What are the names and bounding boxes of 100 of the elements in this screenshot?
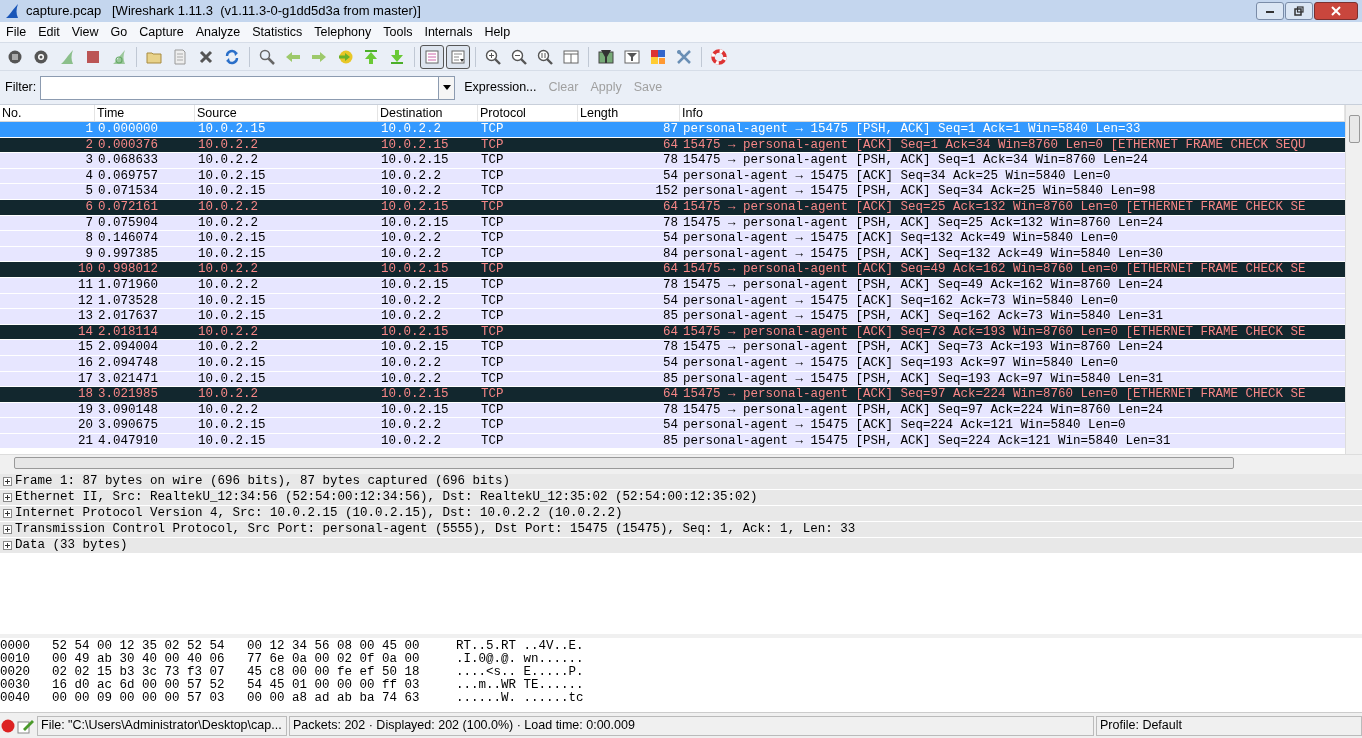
table-cell-text: 64 [662, 199, 679, 215]
menu-item[interactable]: Analyze [189, 22, 247, 42]
tree-item[interactable]: Data (33 bytes) [15, 536, 128, 555]
expand-icon[interactable] [3, 477, 12, 486]
fin-icon [111, 48, 127, 65]
scroll-thumb[interactable] [14, 456, 1234, 469]
table-cell-text: 3.090675 [97, 418, 159, 433]
packet-row[interactable]: 8 0.146074 10.0.2.15 10.0.2.2 TCP 54 personal-agent → 15475 [ACK] Seq=132 Ack=49 Win=5840 Len=0 [0, 231, 1345, 247]
table-cell-text: 15475 → personal-agent [PSH, ACK] Seq=1 Ack=34 Win=8760 Len=24 [682, 153, 1150, 168]
table-cell-text: 10.0.2.15 [197, 418, 267, 433]
minimize-button[interactable] [1256, 2, 1284, 20]
packet-row[interactable]: 3 0.068633 10.0.2.2 10.0.2.15 TCP 78 15475 → personal-agent [PSH, ACK] Seq=1 Ack=34 Win=8760 Len=24 [0, 153, 1345, 169]
packet-row[interactable]: 5 0.071534 10.0.2.15 10.0.2.2 TCP 152 personal-agent → 15475 [PSH, ACK] Seq=34 Ack=25 Win=5840 Len=98 [0, 184, 1345, 200]
table-cell-text: 10.0.2.15 [197, 293, 267, 309]
table-cell-text: TCP [480, 122, 505, 137]
table-cell-text: 10.0.2.2 [197, 215, 259, 231]
stop-icon[interactable] [1, 718, 15, 733]
table-cell-text: 10.0.2.15 [197, 168, 267, 184]
table-cell-text: 0.075904 [97, 215, 159, 231]
column-header[interactable]: Source [195, 103, 239, 123]
expand-icon[interactable] [3, 493, 12, 502]
table-cell-text: personal-agent → 15475 [ACK] Seq=193 Ack=97 Win=5840 Len=0 [682, 355, 1120, 371]
table-cell-text: 10.0.2.15 [197, 246, 267, 262]
column-header[interactable]: Protocol [478, 103, 528, 123]
table-cell-text: 10.0.2.2 [197, 262, 259, 277]
expand-icon[interactable] [3, 525, 12, 534]
table-cell-text: 10.0.2.15 [380, 340, 450, 355]
file-status: File: "C:\Users\Administrator\Desktop\cap... [37, 715, 287, 736]
packet-row[interactable]: 18 3.021985 10.0.2.2 10.0.2.15 TCP 64 15475 → personal-agent [ACK] Seq=97 Ack=224 Win=8760 Len=0 [ETHERNET FRAME CHECK SE [0, 387, 1345, 403]
table-cell-text: 4 [84, 168, 94, 184]
list-scroll-button[interactable] [446, 44, 470, 69]
packet-row[interactable]: 20 3.090675 10.0.2.15 10.0.2.2 TCP 54 personal-agent → 15475 [ACK] Seq=224 Ack=121 Win=5840 Len=0 [0, 418, 1345, 434]
ascii-text: ...m..WR TE...... [456, 679, 584, 692]
column-header[interactable]: No. [0, 103, 24, 123]
table-cell-text: 0.072161 [97, 199, 159, 215]
filter-icon [624, 48, 640, 65]
coloring-icon [650, 48, 666, 65]
close-button[interactable] [1314, 2, 1358, 20]
menu-item[interactable]: Help [478, 22, 517, 42]
table-cell-text: 13 [77, 309, 94, 324]
arrow-right-icon [337, 48, 353, 65]
table-cell-text: 9 [84, 246, 94, 262]
table-cell-text: 0.069757 [97, 168, 159, 184]
table-cell-text: 2.094748 [97, 355, 159, 371]
pencil-icon[interactable] [17, 717, 35, 734]
table-cell-text: 10 [77, 262, 94, 277]
horizontal-scrollbar[interactable] [0, 454, 1362, 470]
maximize-button[interactable] [1285, 2, 1313, 20]
table-cell-text: 10.0.2.2 [380, 309, 442, 324]
hex-bytes: 00 49 ab 30 40 00 40 06 77 6e 0a 00 02 0f 0a 00 [52, 653, 421, 666]
vertical-scrollbar[interactable] [1345, 105, 1362, 454]
dropdown-button[interactable] [439, 75, 456, 100]
column-header[interactable]: Destination [378, 103, 445, 123]
filter-button[interactable]: Expression... [459, 78, 542, 97]
expand-icon[interactable] [3, 541, 12, 550]
fin-icon [59, 48, 75, 65]
zoom-icon [537, 48, 553, 65]
packet-row[interactable]: 10 0.998012 10.0.2.2 10.0.2.15 TCP 64 15475 → personal-agent [ACK] Seq=49 Ack=162 Win=8760 Len=0 [ETHERNET FRAME CHECK SE [0, 262, 1345, 278]
packet-row[interactable]: 15 2.094004 10.0.2.2 10.0.2.15 TCP 78 15475 → personal-agent [PSH, ACK] Seq=73 Ack=193 Win=8760 Len=24 [0, 340, 1345, 356]
menu-item[interactable]: Tools [377, 22, 419, 42]
filter-field[interactable] [40, 75, 440, 100]
list-color-button[interactable] [420, 44, 444, 69]
table-cell-text: 10.0.2.15 [380, 402, 450, 418]
table-cell-text: 8 [84, 231, 94, 246]
table-cell-text: 15475 → personal-agent [PSH, ACK] Seq=25 Ack=132 Win=8760 Len=24 [682, 215, 1165, 231]
menu-item[interactable]: View [65, 22, 105, 42]
column-header[interactable]: Time [95, 103, 127, 123]
table-cell-text: 85 [662, 371, 679, 387]
table-cell-text: 20 [77, 418, 94, 433]
table-cell-text: 10.0.2.2 [380, 371, 442, 387]
hex-bytes: 00 00 09 00 00 00 57 03 00 00 a8 ad ab ba 74 63 [52, 692, 421, 705]
menu-item[interactable]: Internals [418, 22, 479, 42]
arrow-down-icon [389, 48, 405, 65]
menu-item[interactable]: Telephony [308, 22, 378, 42]
table-cell-text: 0.000376 [97, 137, 159, 153]
menu-item[interactable]: Go [104, 22, 134, 42]
ascii-text: RT..5.RT ..4V..E. [456, 640, 584, 653]
table-cell-text: TCP [480, 324, 505, 340]
table-cell-text: 7 [84, 215, 94, 231]
table-cell-text: 5 [84, 184, 94, 199]
table-cell-text: 10.0.2.2 [380, 246, 442, 262]
expand-icon[interactable] [3, 509, 12, 518]
menu-item[interactable]: Statistics [246, 22, 309, 42]
table-cell-text: 10.0.2.2 [197, 340, 259, 355]
table-cell-text: 10.0.2.15 [197, 433, 267, 449]
table-cell-text: personal-agent → 15475 [PSH, ACK] Seq=224 Ack=121 Win=5840 Len=31 [682, 433, 1172, 449]
plus-icon [5, 543, 10, 548]
table-cell-text: TCP [480, 184, 505, 199]
menu-item[interactable]: Capture [133, 22, 190, 42]
packet-row[interactable]: 13 2.017637 10.0.2.15 10.0.2.2 TCP 85 personal-agent → 15475 [PSH, ACK] Seq=162 Ack=73 Win=5840 Len=31 [0, 309, 1345, 325]
table-cell-text: 10.0.2.2 [197, 199, 259, 215]
table-cell-text: 10.0.2.2 [197, 277, 259, 293]
tools-icon [676, 48, 692, 65]
scroll-thumb[interactable] [1348, 115, 1360, 143]
column-header[interactable]: Info [680, 103, 705, 123]
table-cell-text: 15475 → personal-agent [ACK] Seq=49 Ack=162 Win=8760 Len=0 [ETHERNET FRAME CHECK SE [682, 262, 1307, 277]
menu-item[interactable]: File [0, 22, 33, 42]
table-cell-text: TCP [480, 262, 505, 277]
menu-item[interactable]: Edit [32, 22, 66, 42]
column-header[interactable]: Length [578, 103, 621, 123]
